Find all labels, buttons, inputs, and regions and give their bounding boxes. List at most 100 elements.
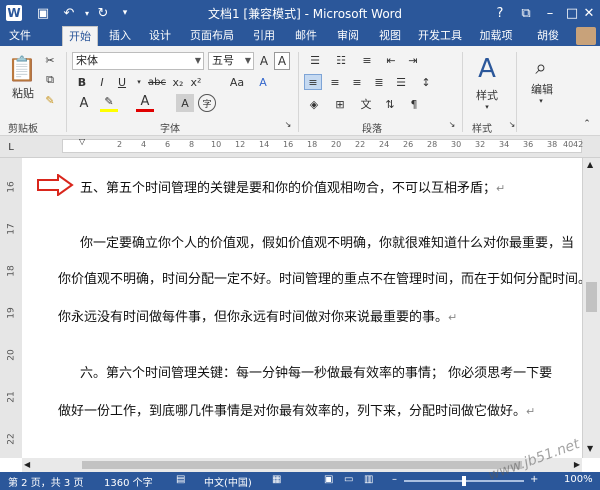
tab-mailings[interactable]: 邮件: [290, 26, 322, 46]
editing-button[interactable]: 编辑: [524, 82, 560, 96]
tab-insert[interactable]: 插入: [104, 26, 136, 46]
ruler-mark: 20: [331, 140, 342, 149]
zoom-slider-thumb[interactable]: [462, 476, 466, 486]
save-icon[interactable]: ▣: [34, 4, 52, 22]
underline-dropdown-icon[interactable]: ▾: [134, 74, 144, 90]
scroll-down-icon[interactable]: ▼: [587, 444, 593, 453]
numbering-icon[interactable]: ☷: [330, 52, 352, 68]
tab-page-layout[interactable]: 页面布局: [184, 26, 240, 46]
ruler-mark: 10: [211, 140, 222, 149]
read-mode-icon[interactable]: ▣: [324, 474, 333, 485]
distributed-icon[interactable]: ☰: [392, 74, 410, 90]
increase-indent-icon[interactable]: ⇥: [404, 52, 422, 68]
document-page[interactable]: 五、第五个时间管理的关键是要和你的价值观相吻合，不可以互相矛盾；↵ 你一定要确立…: [22, 158, 591, 458]
align-center-icon[interactable]: ≡: [326, 74, 344, 90]
char-border-icon[interactable]: A: [274, 52, 290, 70]
tab-developer[interactable]: 开发工具: [412, 26, 468, 46]
group-divider: [298, 52, 299, 132]
zoom-out-icon[interactable]: –: [392, 474, 397, 485]
web-layout-icon[interactable]: ▥: [364, 474, 373, 485]
italic-button[interactable]: I: [94, 74, 110, 90]
sort-icon[interactable]: ⇅: [380, 96, 400, 112]
highlight-icon[interactable]: ✎: [100, 94, 118, 112]
tab-references[interactable]: 引用: [248, 26, 280, 46]
ruler-mark: 4: [141, 140, 147, 149]
change-case-button[interactable]: Aa: [226, 74, 248, 90]
tab-file[interactable]: 文件: [0, 26, 40, 46]
paste-button[interactable]: 粘贴: [8, 86, 38, 100]
line-spacing-icon[interactable]: ↕: [416, 74, 436, 90]
paste-icon[interactable]: 📋: [6, 52, 38, 86]
multilevel-list-icon[interactable]: ≡: [356, 52, 378, 68]
char-shading-icon[interactable]: A: [176, 94, 194, 112]
text-effects-icon[interactable]: A: [74, 94, 94, 112]
horizontal-ruler[interactable]: ▽ 2 4 6 8 10 12 14 16 18 20 22 24 26 28 …: [62, 137, 583, 153]
indent-marker-icon[interactable]: ▽: [79, 137, 85, 146]
customize-toolbar-icon[interactable]: ▾: [116, 4, 134, 22]
borders-icon[interactable]: ⊞: [330, 96, 350, 112]
user-name[interactable]: 胡俊: [528, 26, 568, 46]
ruler-mark: 40: [563, 140, 574, 149]
help-button[interactable]: ?: [486, 0, 514, 26]
document-line: 五、第五个时间管理的关键是要和你的价值观相吻合，不可以互相矛盾；↵: [80, 181, 506, 196]
tab-home[interactable]: 开始: [62, 26, 98, 46]
cut-icon[interactable]: ✂: [42, 52, 58, 68]
align-left-icon[interactable]: ≡: [304, 74, 322, 90]
font-dialog-launcher-icon[interactable]: ↘: [282, 118, 294, 130]
word-logo-icon: W: [6, 5, 22, 21]
ruler-mark: 32: [475, 140, 486, 149]
scroll-thumb[interactable]: [586, 282, 597, 312]
bold-button[interactable]: B: [74, 74, 90, 90]
scroll-left-icon[interactable]: ◀: [24, 460, 30, 469]
enclose-char-icon[interactable]: 字: [198, 94, 216, 112]
strikethrough-button[interactable]: abc: [146, 74, 168, 90]
decrease-indent-icon[interactable]: ⇤: [382, 52, 400, 68]
grow-font-icon[interactable]: A: [256, 52, 272, 70]
styles-button[interactable]: 样式: [470, 88, 504, 102]
zoom-in-icon[interactable]: +: [530, 474, 538, 485]
shading-icon[interactable]: ◈: [304, 96, 324, 112]
font-size-combo[interactable]: 五号 ▼: [208, 52, 254, 70]
page-count[interactable]: 第 2 页，共 3 页: [8, 474, 83, 489]
scroll-right-icon[interactable]: ▶: [574, 460, 580, 469]
format-painter-icon[interactable]: ✎: [42, 92, 58, 108]
styles-icon[interactable]: A: [472, 52, 502, 86]
justify-icon[interactable]: ≣: [370, 74, 388, 90]
tab-addins[interactable]: 加载项: [474, 26, 518, 46]
show-marks-icon[interactable]: ¶: [404, 96, 424, 112]
language[interactable]: 中文(中国): [204, 474, 252, 489]
vertical-scrollbar[interactable]: ▲ ▼: [582, 158, 600, 458]
paragraph-dialog-launcher-icon[interactable]: ↘: [446, 118, 458, 130]
styles-dropdown-icon[interactable]: ▾: [482, 102, 492, 112]
clear-format-button[interactable]: A: [254, 74, 272, 90]
zoom-level[interactable]: 100%: [564, 474, 593, 485]
undo-icon[interactable]: ↶: [60, 4, 78, 22]
collapse-ribbon-icon[interactable]: ⌃: [580, 118, 594, 130]
word-count[interactable]: 1360 个字: [104, 474, 153, 489]
proofing-icon[interactable]: ▤: [176, 474, 185, 485]
editing-dropdown-icon[interactable]: ▾: [536, 96, 546, 106]
binoculars-icon[interactable]: ⌕: [528, 54, 554, 80]
vruler-mark: 22: [6, 433, 17, 445]
avatar[interactable]: [576, 27, 596, 45]
print-layout-icon[interactable]: ▭: [344, 474, 353, 485]
vertical-ruler[interactable]: 16 17 18 19 20 21 22: [0, 158, 22, 458]
font-color-icon[interactable]: A: [136, 94, 154, 112]
chinese-layout-icon[interactable]: 文: [356, 96, 376, 112]
tab-view[interactable]: 视图: [374, 26, 406, 46]
subscript-button[interactable]: x₂: [170, 74, 186, 90]
redo-icon[interactable]: ↻: [94, 4, 112, 22]
tab-selector-icon[interactable]: L: [4, 140, 18, 154]
tab-design[interactable]: 设计: [144, 26, 176, 46]
align-right-icon[interactable]: ≡: [348, 74, 366, 90]
font-name-combo[interactable]: 宋体 ▼: [72, 52, 204, 70]
close-icon[interactable]: ✕: [578, 0, 600, 26]
bullets-icon[interactable]: ☰: [304, 52, 326, 68]
macro-icon[interactable]: ▦: [272, 474, 281, 485]
underline-button[interactable]: U: [114, 74, 130, 90]
superscript-button[interactable]: x²: [188, 74, 204, 90]
hscroll-thumb[interactable]: [82, 461, 522, 469]
tab-review[interactable]: 审阅: [332, 26, 364, 46]
scroll-up-icon[interactable]: ▲: [587, 160, 593, 169]
copy-icon[interactable]: ⧉: [42, 72, 58, 88]
